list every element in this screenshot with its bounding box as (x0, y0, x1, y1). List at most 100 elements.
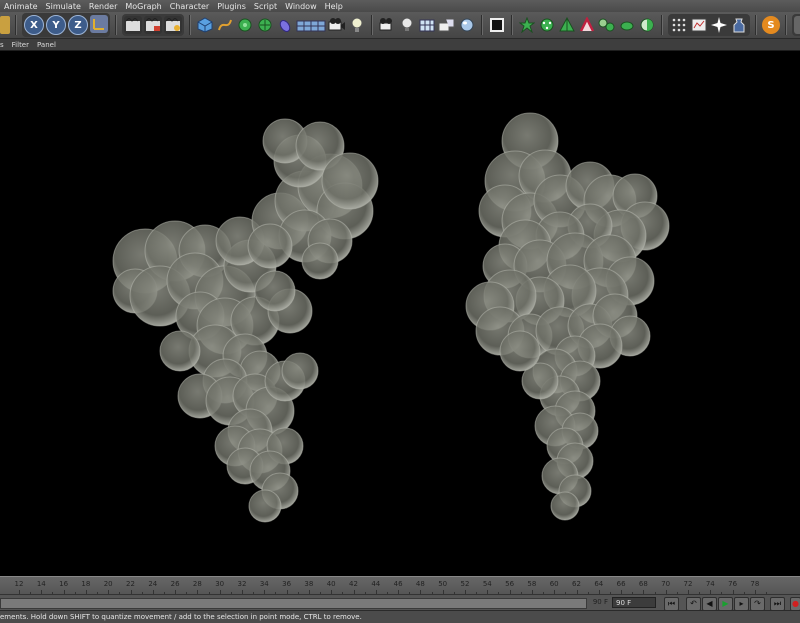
transport-bar: 90 F 90 F ⏮ ↶ ◀ ▶ ▸ ↷ ⏭ ● (0, 594, 800, 611)
next-key-icon[interactable]: ↷ (750, 597, 765, 611)
timeline-tick-label: 76 (728, 580, 738, 588)
3d-viewport[interactable] (0, 51, 800, 576)
deformer-icon[interactable] (276, 16, 294, 34)
matrix-icon[interactable] (538, 16, 556, 34)
timeline-tick-label: 74 (705, 580, 715, 588)
nurbs-icon[interactable] (236, 16, 254, 34)
render-to-picture-viewer-icon[interactable] (144, 16, 162, 34)
viewport-menu-left-edge[interactable]: s (0, 41, 8, 49)
smoke-puff (301, 242, 339, 280)
go-to-end-icon[interactable]: ⏭ (770, 597, 785, 611)
menu-mograph[interactable]: MoGraph (121, 2, 165, 11)
light-icon[interactable] (348, 16, 366, 34)
menu-window[interactable]: Window (281, 2, 321, 11)
timeline-tick-label: 40 (326, 580, 336, 588)
cloner-icon[interactable] (518, 16, 536, 34)
toolbar-separator (785, 15, 787, 35)
timeline-tick-label: 68 (638, 580, 648, 588)
timeline-ruler[interactable]: 12 14 16 18 20 22 24 26 28 30 32 34 36 38 40 42 44 46 48 50… (0, 576, 800, 595)
frame-range-slider[interactable] (0, 598, 587, 609)
timeline-tick-label: 62 (572, 580, 581, 588)
timeline-tick-label: 60 (549, 580, 559, 588)
smoke-cloud-left[interactable] (112, 118, 379, 523)
dots-grid-icon[interactable] (670, 16, 688, 34)
move-tool-icon[interactable] (0, 16, 10, 34)
chevron-left-icon[interactable]: ‹ (794, 16, 800, 35)
camera-icon[interactable] (328, 16, 346, 34)
toolbar-separator (481, 15, 483, 35)
cube-icon[interactable] (196, 16, 214, 34)
background-icon[interactable] (438, 16, 456, 34)
step-forward-icon[interactable]: ▸ (734, 597, 749, 611)
toolbar-separator (661, 15, 663, 35)
status-bar: ements. Hold down SHIFT to quantize move… (0, 610, 800, 623)
menu-render[interactable]: Render (85, 2, 121, 11)
menu-character[interactable]: Character (166, 2, 214, 11)
viewport-menu-panel[interactable]: Panel (33, 41, 60, 49)
navigation-group: ‹ › (792, 14, 800, 36)
toolbar-separator (511, 15, 513, 35)
toolbar-separator (15, 15, 17, 35)
play-icon[interactable]: ▶ (718, 597, 733, 611)
menu-help[interactable]: Help (321, 2, 347, 11)
smoke-puff (159, 330, 201, 372)
timeline-tick-label: 18 (81, 580, 91, 588)
smoke-cloud-right[interactable] (465, 112, 670, 521)
render-settings-icon[interactable] (164, 16, 182, 34)
timeline-tick-label: 16 (59, 580, 69, 588)
menu-animate[interactable]: Animate (0, 2, 42, 11)
menu-plugins[interactable]: Plugins (213, 2, 250, 11)
axis-lock-group: X Y Z (22, 13, 110, 37)
effector-icon[interactable] (578, 16, 596, 34)
spline-pen-icon[interactable] (216, 16, 234, 34)
plane-grid-icon[interactable] (418, 16, 436, 34)
timeline-tick-label: 66 (616, 580, 626, 588)
timeline-tick-label: 22 (126, 580, 135, 588)
fracture-icon[interactable] (558, 16, 576, 34)
step-back-icon[interactable]: ◀ (702, 597, 717, 611)
script-badge-icon[interactable]: S (762, 16, 780, 34)
timeline-tick-label: 28 (192, 580, 202, 588)
render-view-icon[interactable] (124, 16, 142, 34)
smoke-puff (254, 270, 296, 312)
toolbar-separator (755, 15, 757, 35)
render-group (122, 14, 184, 36)
coordinate-system-icon[interactable] (90, 15, 108, 33)
floor-icon[interactable] (296, 16, 326, 34)
timeline-tick-label: 12 (14, 580, 24, 588)
end-frame-label: 90 F (592, 598, 608, 606)
main-toolbar: X Y Z S (0, 12, 800, 39)
collider-icon[interactable] (618, 16, 636, 34)
graph-icon[interactable] (690, 16, 708, 34)
half-sphere-icon[interactable] (638, 16, 656, 34)
viewport-frame-icon[interactable] (488, 16, 506, 34)
timeline-tick-label: 14 (36, 580, 46, 588)
timeline-tick-label: 78 (750, 580, 760, 588)
bulb-icon[interactable] (398, 16, 416, 34)
x-axis-lock-button[interactable]: X (24, 15, 44, 35)
go-to-start-icon[interactable]: ⏮ (664, 597, 679, 611)
y-axis-lock-button[interactable]: Y (46, 15, 66, 35)
end-frame-field[interactable]: 90 F (612, 597, 656, 608)
record-icon[interactable]: ● (790, 597, 800, 611)
timeline-tick-label: 44 (371, 580, 381, 588)
timeline-tick-label: 54 (482, 580, 492, 588)
z-axis-lock-button[interactable]: Z (68, 15, 88, 35)
dynamics-icon[interactable] (598, 16, 616, 34)
menu-simulate[interactable]: Simulate (42, 2, 85, 11)
timeline-tick-label: 30 (215, 580, 225, 588)
array-icon[interactable] (256, 16, 274, 34)
bottle-icon[interactable] (730, 16, 748, 34)
menu-script[interactable]: Script (250, 2, 281, 11)
scene-camera-icon[interactable] (378, 16, 396, 34)
star-burst-icon[interactable] (710, 16, 728, 34)
timeline-ticks: 12 14 16 18 20 22 24 26 28 30 32 34 36 38 40 42 44 46 48 50… (0, 577, 800, 595)
plugin-group (668, 14, 750, 36)
timeline-tick-label: 46 (393, 580, 403, 588)
previous-key-icon[interactable]: ↶ (686, 597, 701, 611)
viewport-menu-filter[interactable]: Filter (8, 41, 33, 49)
timeline-tick-label: 64 (594, 580, 604, 588)
timeline-tick-label: 56 (505, 580, 515, 588)
sky-sphere-icon[interactable] (458, 16, 476, 34)
timeline-tick-label: 70 (661, 580, 671, 588)
